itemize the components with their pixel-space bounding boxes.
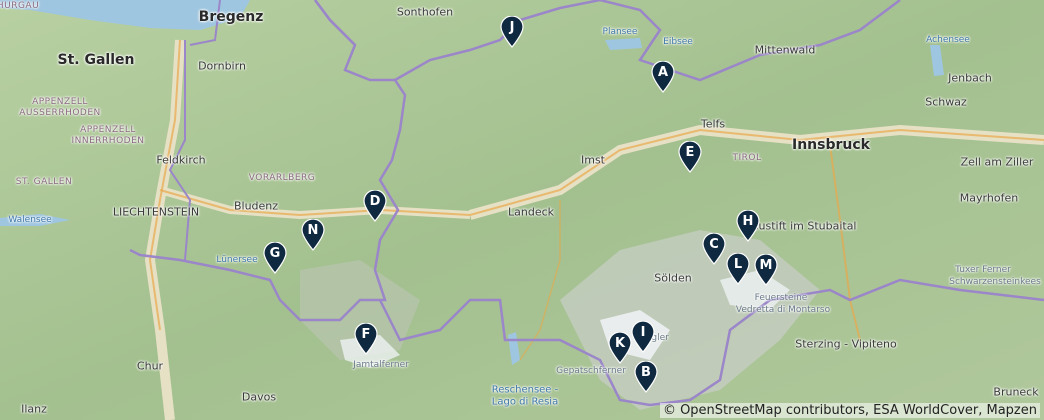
map-marker-a[interactable]: A [650, 61, 676, 93]
place-label-imst: Imst [580, 153, 606, 167]
map-marker-e[interactable]: E [677, 141, 703, 173]
place-label-telfs: Telfs [700, 117, 726, 131]
place-label-sonthofen: Sonthofen [396, 5, 454, 19]
map-marker-b[interactable]: B [633, 361, 659, 393]
region-label-appenzell-ausserrhoden: APPENZELL AUSSERRHODEN [19, 97, 101, 118]
marker-label: H [742, 214, 754, 229]
map-marker-k[interactable]: K [607, 332, 633, 364]
map-marker-h[interactable]: H [735, 210, 761, 242]
place-label-bludenz: Bludenz [233, 199, 279, 213]
place-label-schwaz: Schwaz [925, 95, 967, 109]
marker-label: K [614, 336, 626, 351]
city-label-innsbruck: Innsbruck [792, 137, 870, 153]
place-label-mayrhofen: Mayrhofen [959, 191, 1019, 205]
marker-label: G [269, 246, 281, 261]
map-attribution: © OpenStreetMap contributors, ESA WorldC… [659, 403, 1040, 418]
map-marker-j[interactable]: J [499, 16, 525, 48]
city-label-st-gallen: St. Gallen [57, 52, 135, 68]
marker-label: D [369, 194, 381, 209]
lake-label-luenersee: Lünersee [216, 255, 258, 265]
glacier-label-feuersteine: Feuersteine [754, 293, 808, 303]
marker-label: A [657, 65, 669, 80]
marker-label: C [709, 237, 719, 252]
marker-label: B [641, 365, 651, 380]
place-label-sterzing-vipiteno: Sterzing - Vipiteno [795, 337, 897, 351]
map-canvas[interactable]: Bregenz St. Gallen Sonthofen Dornbirn Pl… [0, 0, 1044, 420]
glacier-label-vedretta-di-montarso: Vedretta di Montarso [735, 305, 831, 315]
map-marker-d[interactable]: D [362, 190, 388, 222]
place-label-davos: Davos [241, 390, 277, 404]
lake-label-eibsee: Eibsee [663, 37, 693, 47]
marker-label: E [685, 145, 695, 160]
marker-label: M [759, 258, 773, 273]
place-label-zell-am-ziller: Zell am Ziller [960, 155, 1034, 169]
place-label-chur: Chur [136, 359, 164, 373]
lake-label-plansee: Plansee [602, 27, 638, 37]
map-marker-c[interactable]: C [701, 233, 727, 265]
lake-label-achensee: Achensee [926, 35, 970, 45]
region-label-appenzell-innerrhoden: APPENZELL INNERRHODEN [71, 125, 145, 146]
place-label-bruneck: Bruneck [993, 385, 1039, 399]
lake-label-lago-di-resia: Lago di Resia [491, 396, 559, 408]
marker-label: J [509, 20, 515, 35]
map-marker-g[interactable]: G [262, 242, 288, 274]
glacier-label-gepatschferner: Gepatschferner [556, 366, 626, 376]
place-label-soelden: Sölden [654, 271, 692, 285]
glacier-label-tuxer-ferner: Tuxer Ferner [955, 265, 1011, 275]
region-label-liechtenstein: LIECHTENSTEIN [112, 205, 200, 219]
place-label-landeck: Landeck [507, 205, 555, 219]
map-marker-i[interactable]: I [630, 321, 656, 353]
place-label-jenbach: Jenbach [948, 71, 992, 85]
lake-label-reschensee: Reschensee - [491, 384, 559, 396]
marker-label: N [307, 223, 319, 238]
map-marker-m[interactable]: M [753, 254, 779, 286]
marker-label: L [733, 257, 743, 272]
city-label-bregenz: Bregenz [198, 9, 264, 25]
place-label-dornbirn: Dornbirn [198, 59, 246, 73]
map-marker-f[interactable]: F [353, 323, 379, 355]
glacier-label-schwarzensteinkees: Schwarzensteinkees [949, 277, 1041, 287]
place-label-ilanz: Ilanz [21, 402, 47, 416]
region-label-st-gallen: ST. GALLEN [15, 177, 73, 187]
marker-label: F [361, 327, 371, 342]
lake-label-walensee: Walensee [8, 215, 52, 225]
plansee [605, 38, 642, 50]
map-marker-n[interactable]: N [300, 219, 326, 251]
place-label-mittenwald: Mittenwald [754, 43, 816, 57]
marker-label: I [640, 325, 646, 340]
region-label-thurgau: HURGAU [0, 1, 40, 11]
place-label-feldkirch: Feldkirch [156, 153, 206, 167]
glacier-label-jamtalferner: Jamtalferner [353, 360, 409, 370]
region-label-tirol: TIROL [732, 153, 762, 163]
map-marker-l[interactable]: L [725, 253, 751, 285]
region-label-vorarlberg: VORARLBERG [248, 173, 316, 183]
